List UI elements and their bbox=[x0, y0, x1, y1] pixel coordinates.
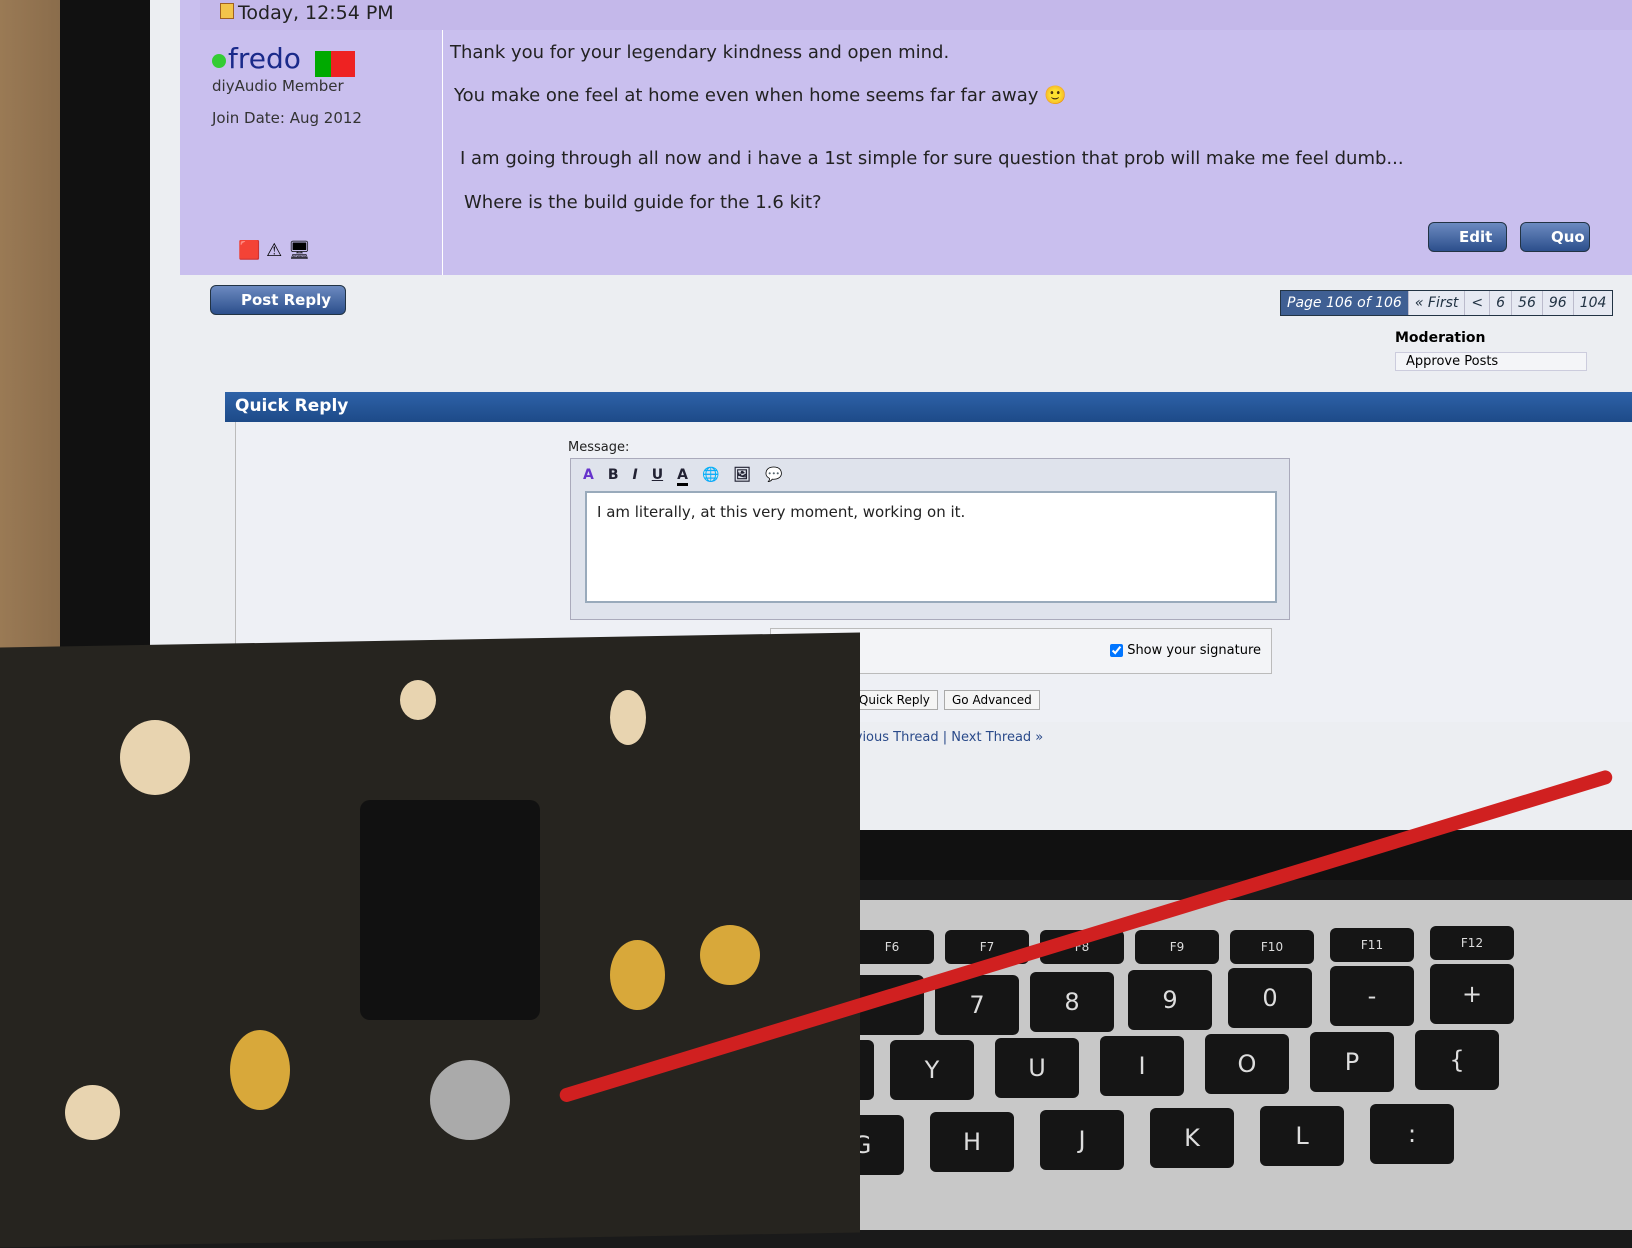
post-line: Thank you for your legendary kindness an… bbox=[450, 42, 950, 63]
rca-jack bbox=[430, 1060, 510, 1140]
join-date: Join Date: Aug 2012 bbox=[212, 108, 362, 127]
laptop-keyboard: F6 F7 F8 F9 F10 F11 F12 ^ 7 8 9 0 - + T … bbox=[600, 900, 1632, 1230]
post-header: Today, 12:54 PM bbox=[200, 0, 1632, 30]
key: : bbox=[1370, 1104, 1454, 1164]
bold-button[interactable]: B bbox=[608, 467, 619, 486]
moderation-select[interactable]: Approve Posts bbox=[1395, 352, 1587, 371]
panel-hole bbox=[120, 720, 190, 795]
image-icon[interactable]: 🖼 bbox=[733, 467, 751, 486]
message-textarea[interactable]: I am literally, at this very moment, wor… bbox=[585, 491, 1277, 603]
report-icon[interactable]: 🟥 bbox=[238, 240, 260, 261]
show-signature-label: Show your signature bbox=[1127, 643, 1261, 658]
key: F11 bbox=[1330, 928, 1414, 962]
key: 9 bbox=[1128, 970, 1212, 1030]
panel-hole bbox=[610, 690, 646, 745]
panel-hole bbox=[65, 1085, 120, 1140]
key: P bbox=[1310, 1032, 1394, 1092]
page-link[interactable]: 104 bbox=[1572, 291, 1613, 315]
post-action-icons: 🟥 ⚠ 🖥 bbox=[238, 240, 311, 261]
binding-post bbox=[610, 940, 665, 1010]
xlr-jack bbox=[360, 800, 540, 1020]
key: 8 bbox=[1030, 972, 1114, 1032]
panel-hole bbox=[400, 680, 436, 720]
italic-button[interactable]: I bbox=[633, 467, 638, 486]
user-title: diyAudio Member bbox=[212, 76, 344, 95]
next-thread-link[interactable]: Next Thread » bbox=[951, 730, 1043, 745]
post-icon bbox=[220, 3, 234, 19]
font-color-button[interactable]: A bbox=[677, 467, 688, 486]
key: I bbox=[1100, 1036, 1184, 1096]
post-line: I am going through all now and i have a … bbox=[460, 148, 1404, 169]
key: J bbox=[1040, 1110, 1124, 1170]
moderation: Moderation Approve Posts bbox=[1395, 330, 1587, 371]
page-link[interactable]: 96 bbox=[1541, 291, 1573, 315]
key: F9 bbox=[1135, 930, 1219, 964]
key: F6 bbox=[850, 930, 934, 964]
post-line: Where is the build guide for the 1.6 kit… bbox=[464, 192, 822, 213]
key: U bbox=[995, 1038, 1079, 1098]
post-timestamp: Today, 12:54 PM bbox=[238, 2, 394, 24]
warning-icon[interactable]: ⚠ bbox=[266, 240, 282, 261]
post-line: You make one feel at home even when home… bbox=[454, 85, 1067, 106]
message-label: Message: bbox=[568, 440, 630, 455]
key: K bbox=[1150, 1108, 1234, 1168]
moderation-title: Moderation bbox=[1395, 330, 1486, 346]
key: 0 bbox=[1228, 968, 1312, 1028]
show-signature-checkbox[interactable] bbox=[1110, 644, 1124, 657]
key: Y bbox=[890, 1040, 974, 1100]
pagination: Page 106 of 106 « First < 6 56 96 104 bbox=[1280, 290, 1614, 316]
divider bbox=[442, 30, 443, 275]
quick-reply-header: Quick Reply bbox=[225, 392, 1632, 422]
page-link[interactable]: 6 bbox=[1489, 291, 1512, 315]
quote-icon[interactable]: 💬 bbox=[765, 467, 782, 486]
username[interactable]: fredo bbox=[228, 42, 301, 75]
key: L bbox=[1260, 1106, 1344, 1166]
post-reply-button[interactable]: Post Reply bbox=[210, 285, 346, 315]
key: F12 bbox=[1430, 926, 1514, 960]
edit-button[interactable]: Edit bbox=[1428, 222, 1508, 252]
key: { bbox=[1415, 1030, 1499, 1090]
page-link[interactable]: 56 bbox=[1511, 291, 1542, 315]
portugal-flag-icon bbox=[314, 50, 355, 77]
page-indicator: Page 106 of 106 bbox=[1281, 291, 1408, 315]
forum-post: Today, 12:54 PM fredo diyAudio Member Jo… bbox=[180, 0, 1632, 275]
key: F10 bbox=[1230, 930, 1314, 964]
link-icon[interactable]: 🌐 bbox=[702, 467, 719, 486]
underline-button[interactable]: U bbox=[652, 467, 663, 486]
key: - bbox=[1330, 966, 1414, 1026]
key: O bbox=[1205, 1034, 1289, 1094]
key: H bbox=[930, 1112, 1014, 1172]
page-link[interactable]: « First bbox=[1407, 291, 1465, 315]
nav-separator: | bbox=[942, 730, 948, 745]
online-status-icon bbox=[212, 54, 226, 68]
remove-format-icon[interactable]: A bbox=[583, 467, 594, 486]
binding-post bbox=[700, 925, 760, 985]
key: + bbox=[1430, 964, 1514, 1024]
user-info: fredo diyAudio Member Join Date: Aug 201… bbox=[212, 42, 362, 127]
binding-post bbox=[230, 1030, 290, 1110]
quote-button[interactable]: Quo bbox=[1520, 222, 1590, 252]
editor-toolbar: A B I U A 🌐 🖼 💬 bbox=[583, 467, 783, 486]
page-link[interactable]: < bbox=[1464, 291, 1490, 315]
message-editor: A B I U A 🌐 🖼 💬 I am literally, at this … bbox=[570, 458, 1290, 620]
go-advanced-button[interactable]: Go Advanced bbox=[944, 690, 1040, 710]
computer-icon[interactable]: 🖥 bbox=[288, 240, 311, 261]
